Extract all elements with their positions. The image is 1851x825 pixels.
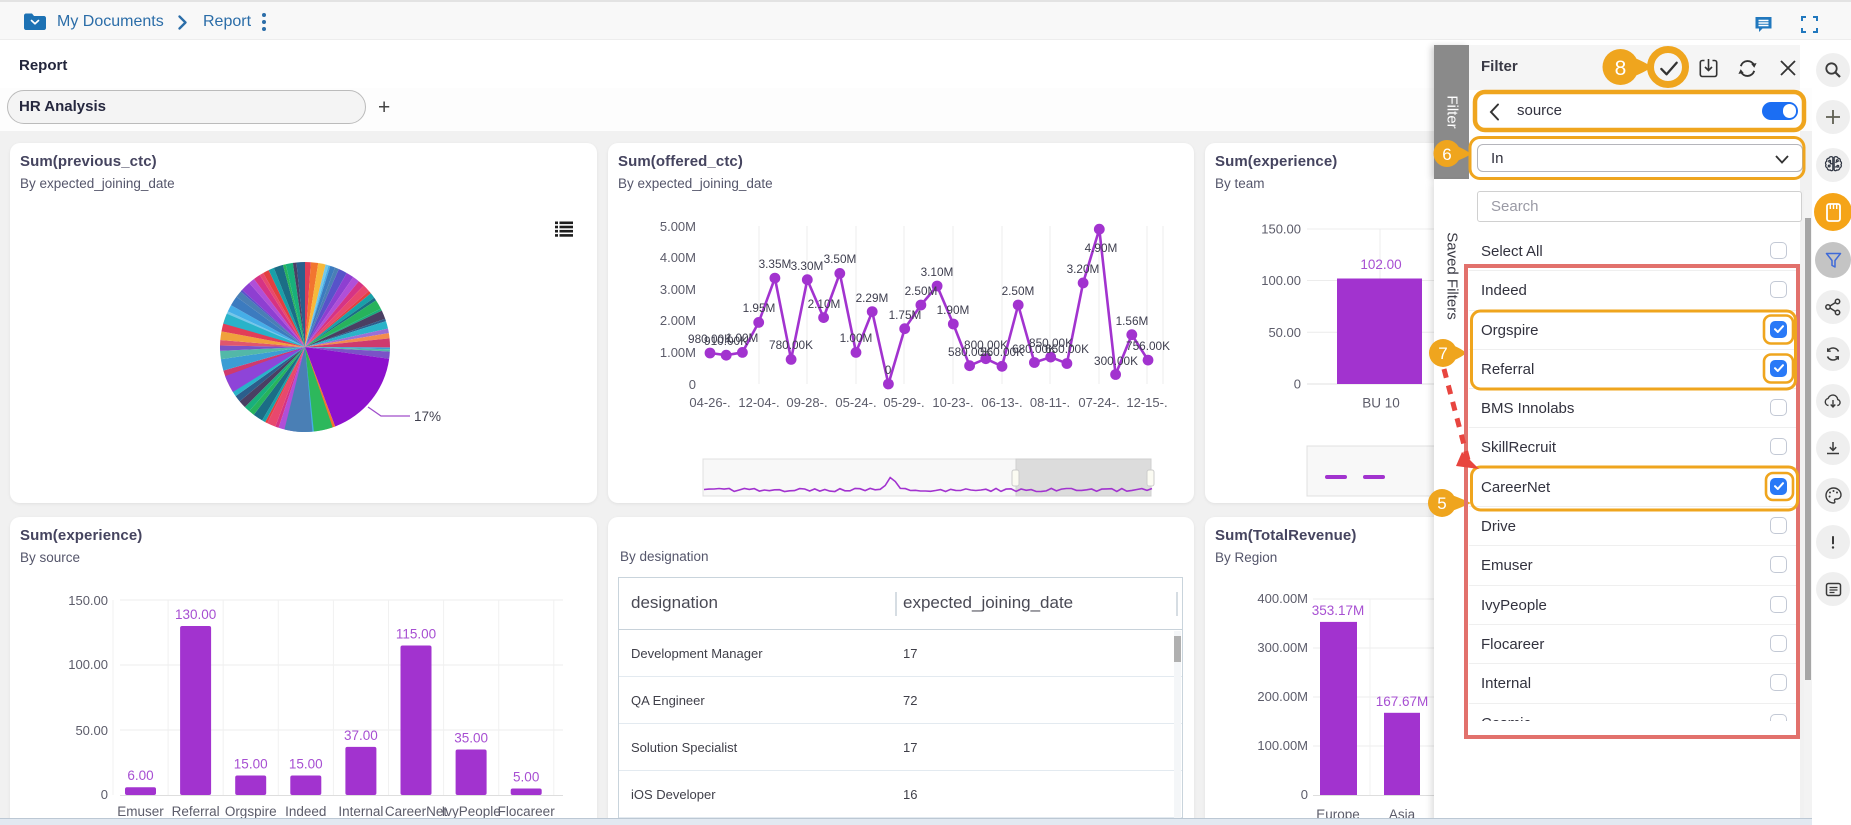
svg-text:10-23-.: 10-23-. [932,395,973,410]
svg-text:08-11-.: 08-11-. [1030,395,1070,410]
svg-text:07-24-.: 07-24-. [1078,395,1119,410]
svg-text:115.00: 115.00 [396,627,436,642]
svg-text:37.00: 37.00 [344,728,378,743]
svg-text:12-04-.: 12-04-. [738,395,779,410]
svg-text:5.00M: 5.00M [660,219,696,234]
svg-text:1.56M: 1.56M [1116,314,1149,328]
svg-text:15.00: 15.00 [289,757,323,772]
svg-text:CareerNet: CareerNet [385,804,448,819]
svg-text:400.00M: 400.00M [1257,591,1308,606]
svg-text:2.29M: 2.29M [856,291,889,305]
svg-text:Flocareer: Flocareer [498,804,556,819]
svg-text:1.00M: 1.00M [660,345,696,360]
svg-text:2.00M: 2.00M [660,313,696,328]
svg-text:100.00: 100.00 [1261,273,1301,288]
svg-text:2.10M: 2.10M [808,297,841,311]
svg-text:05-24-.: 05-24-. [835,395,876,410]
svg-text:Internal: Internal [338,804,383,819]
svg-text:102.00: 102.00 [1360,257,1401,272]
svg-text:50.00: 50.00 [75,723,108,738]
svg-text:IvyPeople: IvyPeople [441,804,500,819]
svg-text:4.00M: 4.00M [660,250,696,265]
svg-text:780.00K: 780.00K [769,338,813,352]
svg-text:150.00: 150.00 [1261,222,1301,237]
svg-text:0: 0 [689,377,696,392]
svg-text:130.00: 130.00 [175,607,216,622]
svg-text:0: 0 [101,787,108,802]
svg-text:1.75M: 1.75M [889,308,922,322]
svg-text:3.30M: 3.30M [791,259,824,273]
svg-text:2.50M: 2.50M [1002,284,1035,298]
svg-text:5.00: 5.00 [513,770,539,785]
svg-text:650.00K: 650.00K [1045,342,1089,356]
svg-text:2.50M: 2.50M [905,284,938,298]
svg-text:04-26-.: 04-26-. [689,395,730,410]
svg-text:Emuser: Emuser [117,804,164,819]
svg-text:09-28-.: 09-28-. [786,395,827,410]
svg-text:3.20M: 3.20M [1067,262,1100,276]
svg-text:06-13-.: 06-13-. [981,395,1022,410]
svg-text:150.00: 150.00 [68,593,108,608]
svg-text:0: 0 [1294,377,1301,392]
svg-text:Orgspire: Orgspire [225,804,277,819]
svg-text:100.00M: 100.00M [1257,738,1308,753]
svg-text:756.00K: 756.00K [1126,339,1170,353]
svg-text:6.00: 6.00 [127,768,153,783]
svg-text:200.00M: 200.00M [1257,689,1308,704]
svg-text:Referral: Referral [172,804,220,819]
svg-text:0: 0 [885,363,892,377]
svg-text:Indeed: Indeed [285,804,326,819]
svg-text:3.00M: 3.00M [660,282,696,297]
svg-text:17%: 17% [414,409,441,424]
svg-text:3.35M: 3.35M [759,257,792,271]
svg-text:300.00M: 300.00M [1257,640,1308,655]
svg-text:353.17M: 353.17M [1312,603,1365,618]
svg-text:1.00M: 1.00M [726,331,759,345]
svg-text:1.00M: 1.00M [840,331,873,345]
svg-text:1.95M: 1.95M [743,301,776,315]
svg-text:300.00K: 300.00K [1094,354,1138,368]
svg-text:12-15-.: 12-15-. [1126,395,1167,410]
svg-text:50.00: 50.00 [1268,325,1301,340]
svg-text:15.00: 15.00 [234,757,268,772]
svg-text:167.67M: 167.67M [1376,694,1429,709]
svg-text:3.50M: 3.50M [824,252,857,266]
svg-text:35.00: 35.00 [454,731,488,746]
svg-text:3.10M: 3.10M [921,265,954,279]
svg-text:0: 0 [1301,787,1308,802]
svg-text:100.00: 100.00 [68,657,108,672]
svg-text:05-29-.: 05-29-. [883,395,924,410]
svg-text:4.90M: 4.90M [1085,241,1118,255]
svg-text:1.90M: 1.90M [937,303,970,317]
svg-text:BU 10: BU 10 [1362,396,1400,411]
